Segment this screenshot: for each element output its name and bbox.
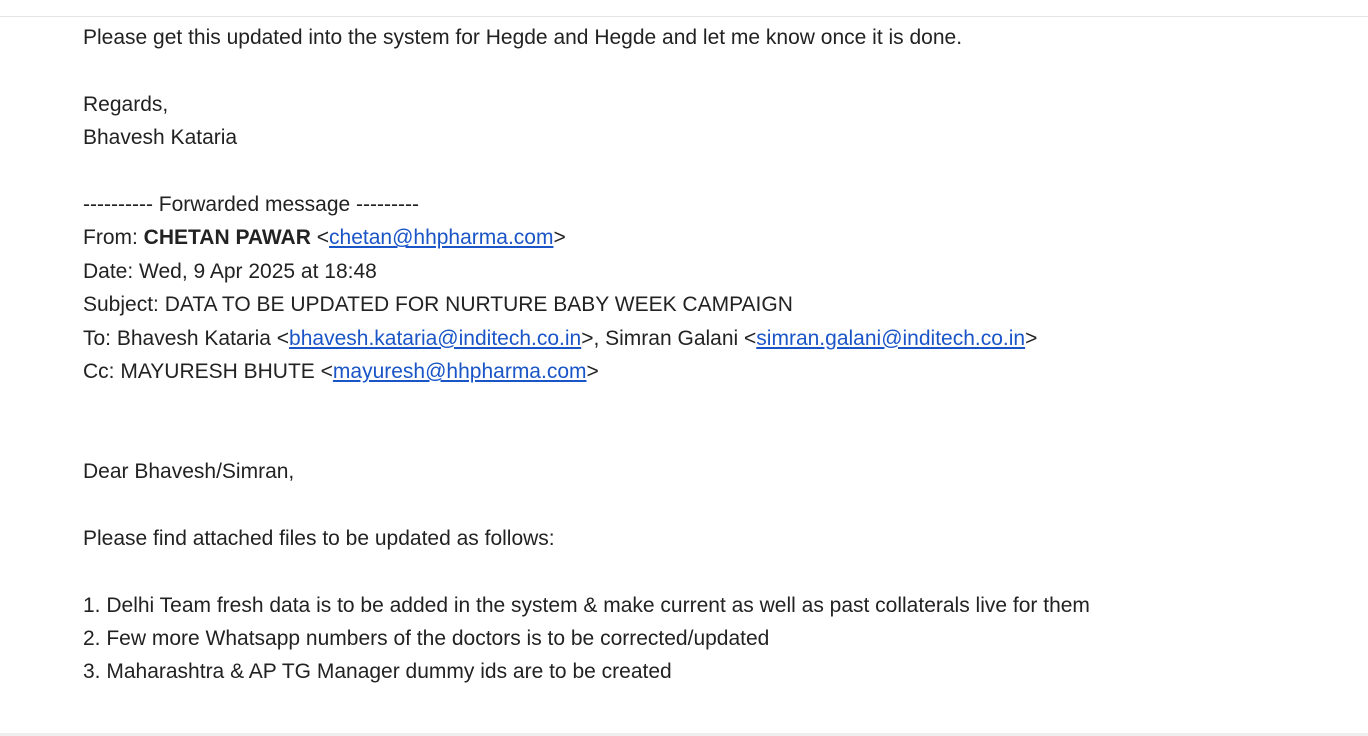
to-email-link-1[interactable]: bhavesh.kataria@inditech.co.in: [289, 327, 581, 350]
to-mid: >, Simran Galani <: [581, 326, 757, 350]
top-divider: [0, 16, 1368, 17]
cc-line: Cc: MAYURESH BHUTE <mayuresh@hhpharma.co…: [83, 355, 1343, 388]
regards-text: Regards,: [83, 92, 169, 116]
from-label: From:: [83, 226, 144, 250]
to-email-link-2[interactable]: simran.galani@inditech.co.in: [756, 327, 1025, 350]
from-line: From: CHETAN PAWAR <chetan@hhpharma.com>: [83, 221, 1343, 254]
cc-email-link[interactable]: mayuresh@hhpharma.com: [333, 360, 587, 383]
forwarded-header: ---------- Forwarded message ---------: [83, 192, 419, 216]
email-body: Please get this updated into the system …: [83, 21, 1343, 689]
to-label: To: Bhavesh Kataria <: [83, 326, 290, 350]
date-line: Date: Wed, 9 Apr 2025 at 18:48: [83, 259, 377, 283]
list-item: 1. Delhi Team fresh data is to be added …: [83, 593, 1090, 617]
intro-text: Please get this updated into the system …: [83, 26, 963, 49]
to-line: To: Bhavesh Kataria <bhavesh.kataria@ind…: [83, 322, 1343, 355]
signature-name: Bhavesh Kataria: [83, 126, 238, 150]
attached-intro-text: Please find attached files to be updated…: [83, 526, 555, 550]
from-close: >: [553, 226, 566, 250]
subject-line: Subject: DATA TO BE UPDATED FOR NURTURE …: [83, 293, 793, 317]
from-open: <: [310, 226, 330, 250]
cc-label: Cc: MAYURESH BHUTE <: [83, 359, 333, 383]
cc-close: >: [586, 359, 599, 383]
list-item: 2. Few more Whatsapp numbers of the doct…: [83, 627, 770, 651]
from-email-link[interactable]: chetan@hhpharma.com: [329, 226, 553, 249]
greeting-text: Dear Bhavesh/Simran,: [83, 460, 295, 484]
to-close: >: [1025, 326, 1038, 350]
list-item: 3. Maharashtra & AP TG Manager dummy ids…: [83, 660, 672, 684]
from-name: CHETAN PAWAR: [143, 226, 311, 250]
